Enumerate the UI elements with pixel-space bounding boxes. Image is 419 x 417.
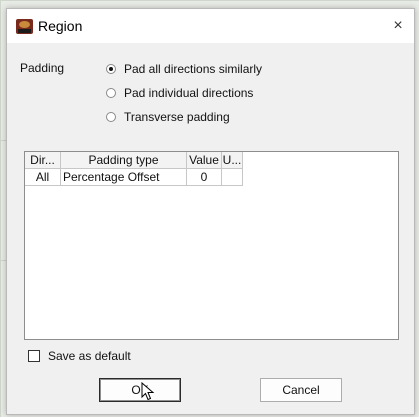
save-as-default-option[interactable]: Save as default [28, 349, 131, 363]
dialog-title: Region [38, 18, 83, 34]
title-bar[interactable]: Region × [7, 9, 414, 43]
radio-button-selected[interactable] [106, 64, 116, 74]
column-header-unit[interactable]: U... [222, 152, 243, 169]
region-app-icon [16, 19, 33, 34]
ok-button[interactable]: OK [99, 378, 181, 402]
table-cell-padding-type[interactable]: Percentage Offset [61, 169, 187, 186]
mouse-pointer-icon [141, 382, 155, 401]
table-cell-direction[interactable]: All [25, 169, 61, 186]
radio-button[interactable] [106, 88, 116, 98]
radio-transverse[interactable]: Transverse padding [106, 109, 230, 125]
padding-label: Padding [20, 61, 65, 75]
radio-label: Transverse padding [124, 110, 230, 124]
save-as-default-label: Save as default [48, 349, 131, 363]
radio-label: Pad all directions similarly [124, 62, 263, 76]
padding-table[interactable]: Dir... Padding type Value U... All Perce… [24, 151, 399, 340]
column-header-padding-type[interactable]: Padding type [61, 152, 187, 169]
background-grid-line [0, 0, 419, 1]
close-icon[interactable]: × [386, 14, 410, 38]
table-cell-value[interactable]: 0 [187, 169, 222, 186]
table-cell-unit[interactable] [222, 169, 243, 186]
radio-pad-individual[interactable]: Pad individual directions [106, 85, 253, 101]
radio-button[interactable] [106, 112, 116, 122]
save-as-default-checkbox[interactable] [28, 350, 40, 362]
background-grid-line [0, 0, 1, 417]
region-dialog: Region × Padding Pad all directions simi… [6, 8, 415, 415]
column-header-value[interactable]: Value [187, 152, 222, 169]
radio-pad-all[interactable]: Pad all directions similarly [106, 61, 262, 77]
radio-label: Pad individual directions [124, 86, 254, 100]
column-header-direction[interactable]: Dir... [25, 152, 61, 169]
cancel-button[interactable]: Cancel [260, 378, 342, 402]
